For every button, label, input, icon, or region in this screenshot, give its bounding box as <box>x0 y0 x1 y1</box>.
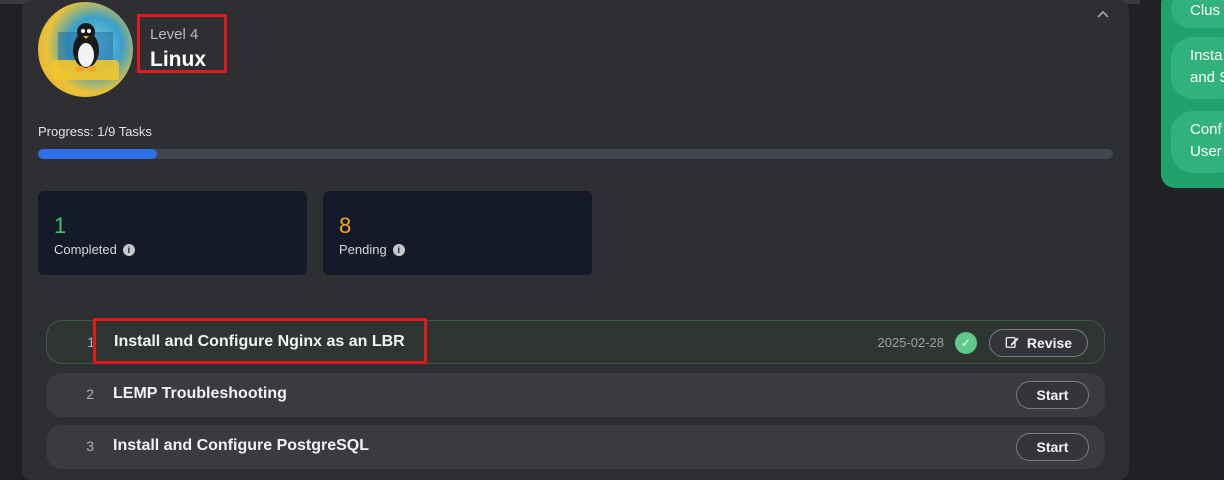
progress-label: Progress: 1/9 Tasks <box>38 124 152 139</box>
task-title[interactable]: LEMP Troubleshooting <box>113 385 287 403</box>
progress-bar <box>38 149 1113 159</box>
revise-button[interactable]: Revise <box>989 329 1088 357</box>
edit-icon <box>1005 337 1019 349</box>
info-icon[interactable]: i <box>392 243 405 256</box>
task-number: 2 <box>86 386 94 402</box>
task-row[interactable]: 2 LEMP Troubleshooting Start <box>46 373 1105 417</box>
highlight-box-level <box>137 14 227 73</box>
completed-count: 1 <box>54 213 67 238</box>
side-item[interactable]: Clus <box>1171 0 1224 28</box>
pending-count: 8 <box>339 213 352 238</box>
side-item[interactable]: Conf User <box>1171 111 1224 173</box>
pending-stat-card: 8 Pending i <box>323 191 592 275</box>
progress-fill <box>38 149 158 159</box>
task-completed-date: 2025-02-28 <box>877 335 945 350</box>
start-button[interactable]: Start <box>1016 381 1089 409</box>
task-row[interactable]: 3 Install and Configure PostgreSQL Start <box>46 425 1105 469</box>
highlight-box-task <box>93 318 427 364</box>
revise-button-label: Revise <box>1026 335 1073 351</box>
info-icon[interactable]: i <box>122 243 135 256</box>
task-number: 3 <box>86 438 94 454</box>
task-title[interactable]: Install and Configure PostgreSQL <box>113 437 369 455</box>
pending-label-text: Pending <box>339 242 387 257</box>
check-icon: ✓ <box>955 332 977 354</box>
completed-stat-card: 1 Completed i <box>38 191 307 275</box>
start-button[interactable]: Start <box>1016 433 1089 461</box>
chevron-up-icon[interactable] <box>1095 8 1111 24</box>
side-item[interactable]: Insta and S <box>1171 37 1224 99</box>
side-panel: Clus Insta and S Conf User <box>1161 0 1224 188</box>
linux-avatar <box>38 2 133 97</box>
pending-label: Pending i <box>339 242 405 257</box>
completed-label: Completed i <box>54 242 135 257</box>
completed-label-text: Completed <box>54 242 117 257</box>
